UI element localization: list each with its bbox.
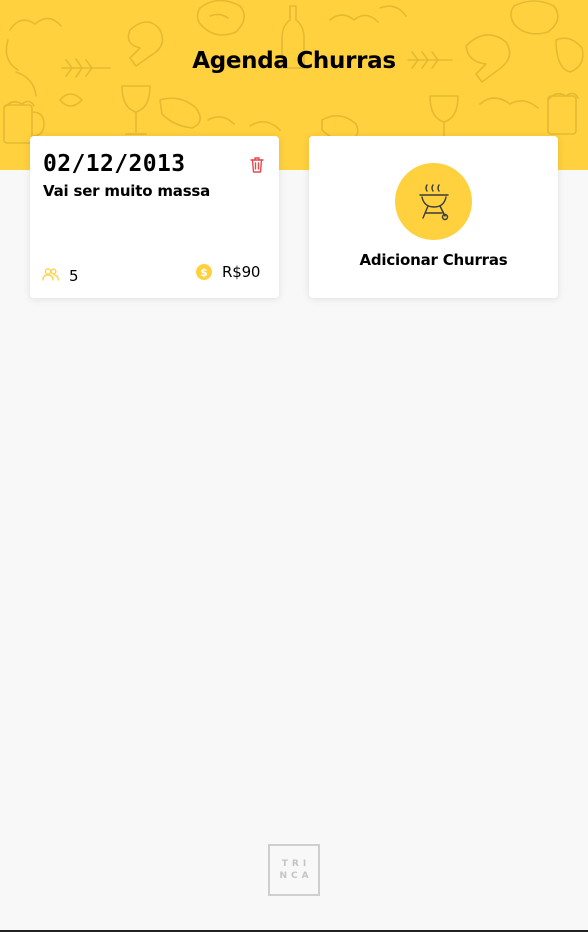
- people-icon: [42, 268, 59, 281]
- event-date: 02/12/2013: [43, 151, 186, 177]
- logo-line-2: NCA: [279, 871, 313, 881]
- event-card[interactable]: 02/12/2013 Vai ser muito massa 5 $ R$90: [30, 136, 279, 298]
- add-churras-icon-circle: [395, 163, 472, 240]
- trinca-logo: TRI NCA: [268, 844, 320, 896]
- page-title: Agenda Churras: [192, 48, 396, 74]
- grill-icon: [418, 183, 449, 220]
- event-title: Vai ser muito massa: [43, 182, 211, 200]
- svg-text:$: $: [200, 266, 208, 279]
- trash-icon: [250, 157, 264, 173]
- add-churras-label: Adicionar Churras: [359, 251, 508, 269]
- delete-event-button[interactable]: [249, 156, 265, 174]
- add-churras-card[interactable]: Adicionar Churras: [309, 136, 558, 298]
- guest-count: 5: [42, 264, 79, 285]
- guest-count-value: 5: [69, 267, 79, 285]
- event-amount-value: R$90: [222, 263, 261, 281]
- money-icon: $: [196, 264, 212, 280]
- event-amount: $ R$90: [196, 263, 260, 281]
- logo-line-1: TRI: [281, 859, 311, 869]
